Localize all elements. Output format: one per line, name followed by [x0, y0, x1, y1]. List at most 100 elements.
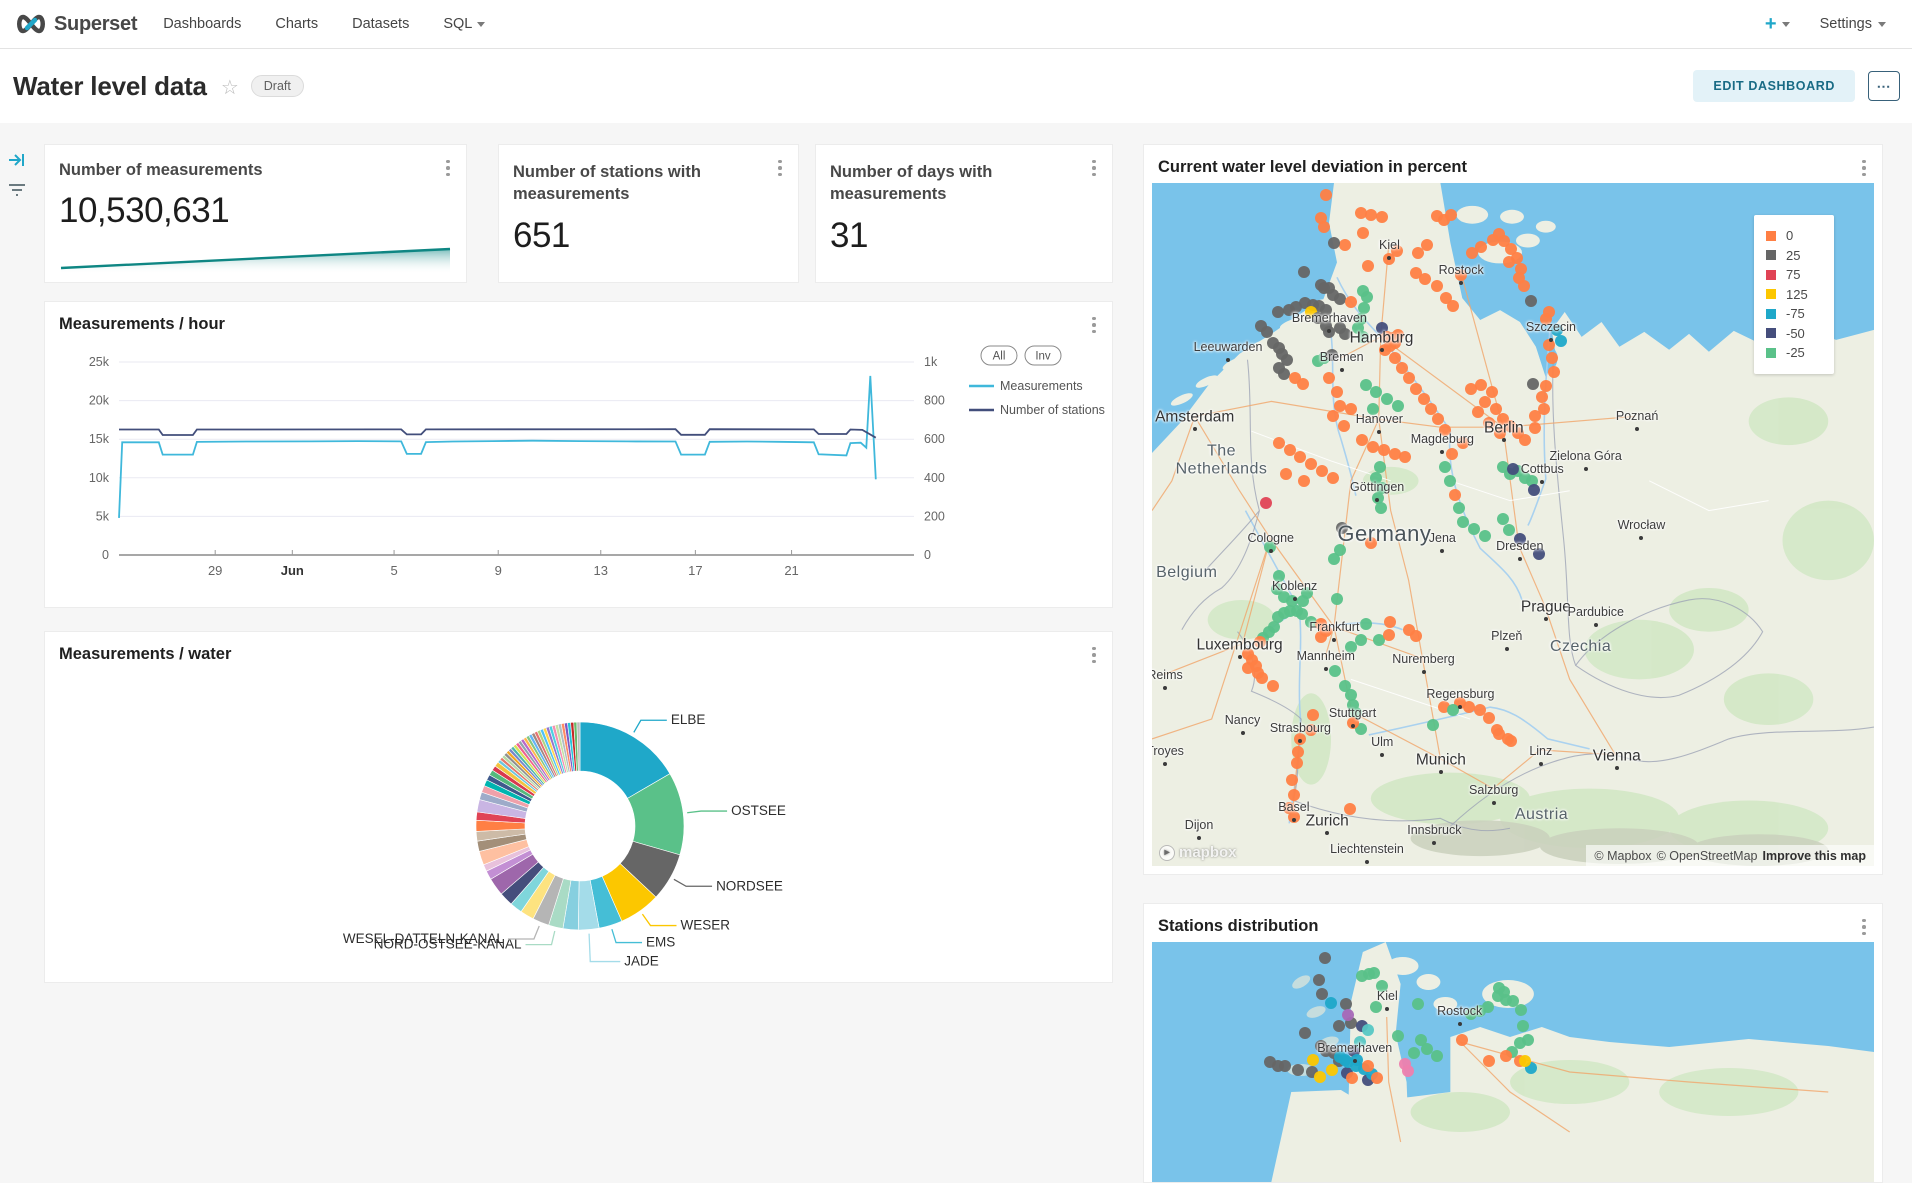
x-axis-tick: 5 — [390, 563, 397, 578]
station-dot — [1500, 1050, 1512, 1062]
city-label: Cottbus — [1521, 463, 1564, 477]
station-dot — [1528, 484, 1540, 496]
station-dot — [1362, 1060, 1374, 1072]
station-dot — [1447, 704, 1459, 716]
legend-swatch — [1766, 289, 1776, 299]
city-marker-dot — [1298, 739, 1302, 743]
city-marker-dot — [1615, 766, 1619, 770]
city-label: Nuremberg — [1392, 653, 1455, 667]
station-dot — [1345, 296, 1357, 308]
city-marker-dot — [1197, 836, 1201, 840]
panel-menu-kebab-icon[interactable] — [1856, 157, 1872, 179]
city-marker-dot — [1365, 860, 1369, 864]
nav-item-dashboards[interactable]: Dashboards — [163, 16, 241, 32]
card-menu-kebab-icon[interactable] — [772, 157, 788, 179]
card-menu-kebab-icon[interactable] — [1086, 157, 1102, 179]
station-dot — [1368, 967, 1380, 979]
card-menu-kebab-icon[interactable] — [440, 157, 456, 179]
city-marker-dot — [1540, 480, 1544, 484]
city-label: Plzeň — [1491, 630, 1522, 644]
city-label: Czechia — [1550, 638, 1611, 656]
station-dot — [1331, 386, 1343, 398]
city-label: Hamburg — [1350, 329, 1414, 346]
mapbox-logo[interactable]: ▸ mapbox — [1159, 844, 1237, 861]
map-legend-item-125[interactable]: 125 — [1766, 285, 1834, 305]
nav-item-label: Datasets — [352, 16, 409, 32]
favorite-star-icon[interactable]: ☆ — [221, 75, 239, 100]
card-value: 651 — [499, 206, 798, 256]
edit-dashboard-button[interactable]: EDIT DASHBOARD — [1693, 70, 1855, 102]
legend-swatch — [1766, 309, 1776, 319]
legend-label: -75 — [1786, 306, 1805, 321]
chevron-down-icon — [1782, 22, 1790, 27]
station-dot — [1291, 757, 1303, 769]
map-legend-item--75[interactable]: -75 — [1766, 304, 1834, 324]
station-dot — [1384, 616, 1396, 628]
station-dot — [1323, 372, 1335, 384]
legend-swatch — [1766, 250, 1776, 260]
panel-water-level-deviation-map: Current water level deviation in percent — [1143, 144, 1883, 875]
city-label: Poznań — [1616, 410, 1658, 424]
more-options-button[interactable]: ⋯ — [1868, 71, 1900, 101]
nav-item-label: Dashboards — [163, 16, 241, 32]
panel-menu-kebab-icon[interactable] — [1086, 314, 1102, 336]
x-axis-tick: 21 — [784, 563, 798, 578]
y-axis-tick: 10k — [89, 471, 110, 485]
station-dot — [1326, 1064, 1338, 1076]
panel-menu-kebab-icon[interactable] — [1086, 644, 1102, 666]
legend-entry[interactable]: Number of stations — [1000, 403, 1105, 417]
station-dot — [1357, 227, 1369, 239]
station-dot — [1518, 280, 1530, 292]
mapbox-attribution-link[interactable]: © Mapbox — [1594, 849, 1651, 863]
map-legend-item-25[interactable]: 25 — [1766, 246, 1834, 266]
donut-label: OSTSEE — [731, 803, 786, 818]
city-label: Belgium — [1156, 565, 1217, 583]
station-dot — [1272, 1060, 1284, 1072]
city-label: Germany — [1337, 522, 1431, 546]
station-dot — [1298, 266, 1310, 278]
city-label: Vienna — [1593, 748, 1641, 765]
city-label: Rostock — [1437, 1005, 1482, 1019]
filter-icon[interactable] — [6, 181, 28, 199]
new-item-button[interactable]: + — [1765, 13, 1790, 36]
nav-item-datasets[interactable]: Datasets — [352, 16, 409, 32]
nav-item-charts[interactable]: Charts — [275, 16, 318, 32]
card-value: 10,530,631 — [45, 181, 466, 231]
map-legend-item--25[interactable]: -25 — [1766, 343, 1834, 363]
superset-logo[interactable]: Superset — [0, 13, 163, 36]
y2-axis-tick: 200 — [924, 509, 945, 523]
svg-text:Inv: Inv — [1035, 351, 1051, 363]
stations-map[interactable]: KielRostockBremerhaven — [1152, 942, 1874, 1182]
city-marker-dot — [1492, 801, 1496, 805]
station-dot — [1362, 260, 1374, 272]
settings-menu[interactable]: Settings — [1820, 16, 1886, 32]
deviation-map[interactable]: 0 25 75125-75 -50-25 ▸ mapbox © Mapbox © Op… — [1152, 183, 1874, 866]
improve-map-link[interactable]: Improve this map — [1763, 849, 1867, 863]
donut-chart: ELBEOSTSEENORDSEEWESEREMSJADENORD-OSTSEE… — [53, 668, 1106, 978]
station-dot — [1371, 1072, 1383, 1084]
osm-attribution-link[interactable]: © OpenStreetMap — [1657, 849, 1758, 863]
legend-entry[interactable]: Measurements — [1000, 379, 1083, 393]
plus-icon: + — [1765, 13, 1777, 36]
city-marker-dot — [1292, 818, 1296, 822]
legend-label: 25 — [1786, 248, 1800, 263]
card-number-of-stations: Number of stations with measurements 651 — [498, 144, 799, 283]
series-number-of-stations — [119, 429, 876, 438]
chevron-down-icon — [477, 22, 485, 27]
city-marker-dot — [1375, 498, 1379, 502]
panel-menu-kebab-icon[interactable] — [1856, 916, 1872, 938]
station-dot — [1505, 735, 1517, 747]
city-marker-dot — [1458, 1022, 1462, 1026]
map-legend-item-75[interactable]: 75 — [1766, 265, 1834, 285]
nav-item-sql[interactable]: SQL — [443, 16, 485, 32]
station-dot — [1286, 774, 1298, 786]
expand-filter-bar-icon[interactable] — [7, 151, 27, 169]
city-marker-dot — [1324, 667, 1328, 671]
city-marker-dot — [1387, 256, 1391, 260]
y-axis-tick: 0 — [102, 548, 109, 562]
map-legend-item--50[interactable]: -50 — [1766, 324, 1834, 344]
map-legend-item-0[interactable]: 0 — [1766, 226, 1834, 246]
city-label: Salzburg — [1469, 784, 1518, 798]
city-label: Regensburg — [1426, 688, 1494, 702]
trend-sparkline — [59, 242, 454, 274]
